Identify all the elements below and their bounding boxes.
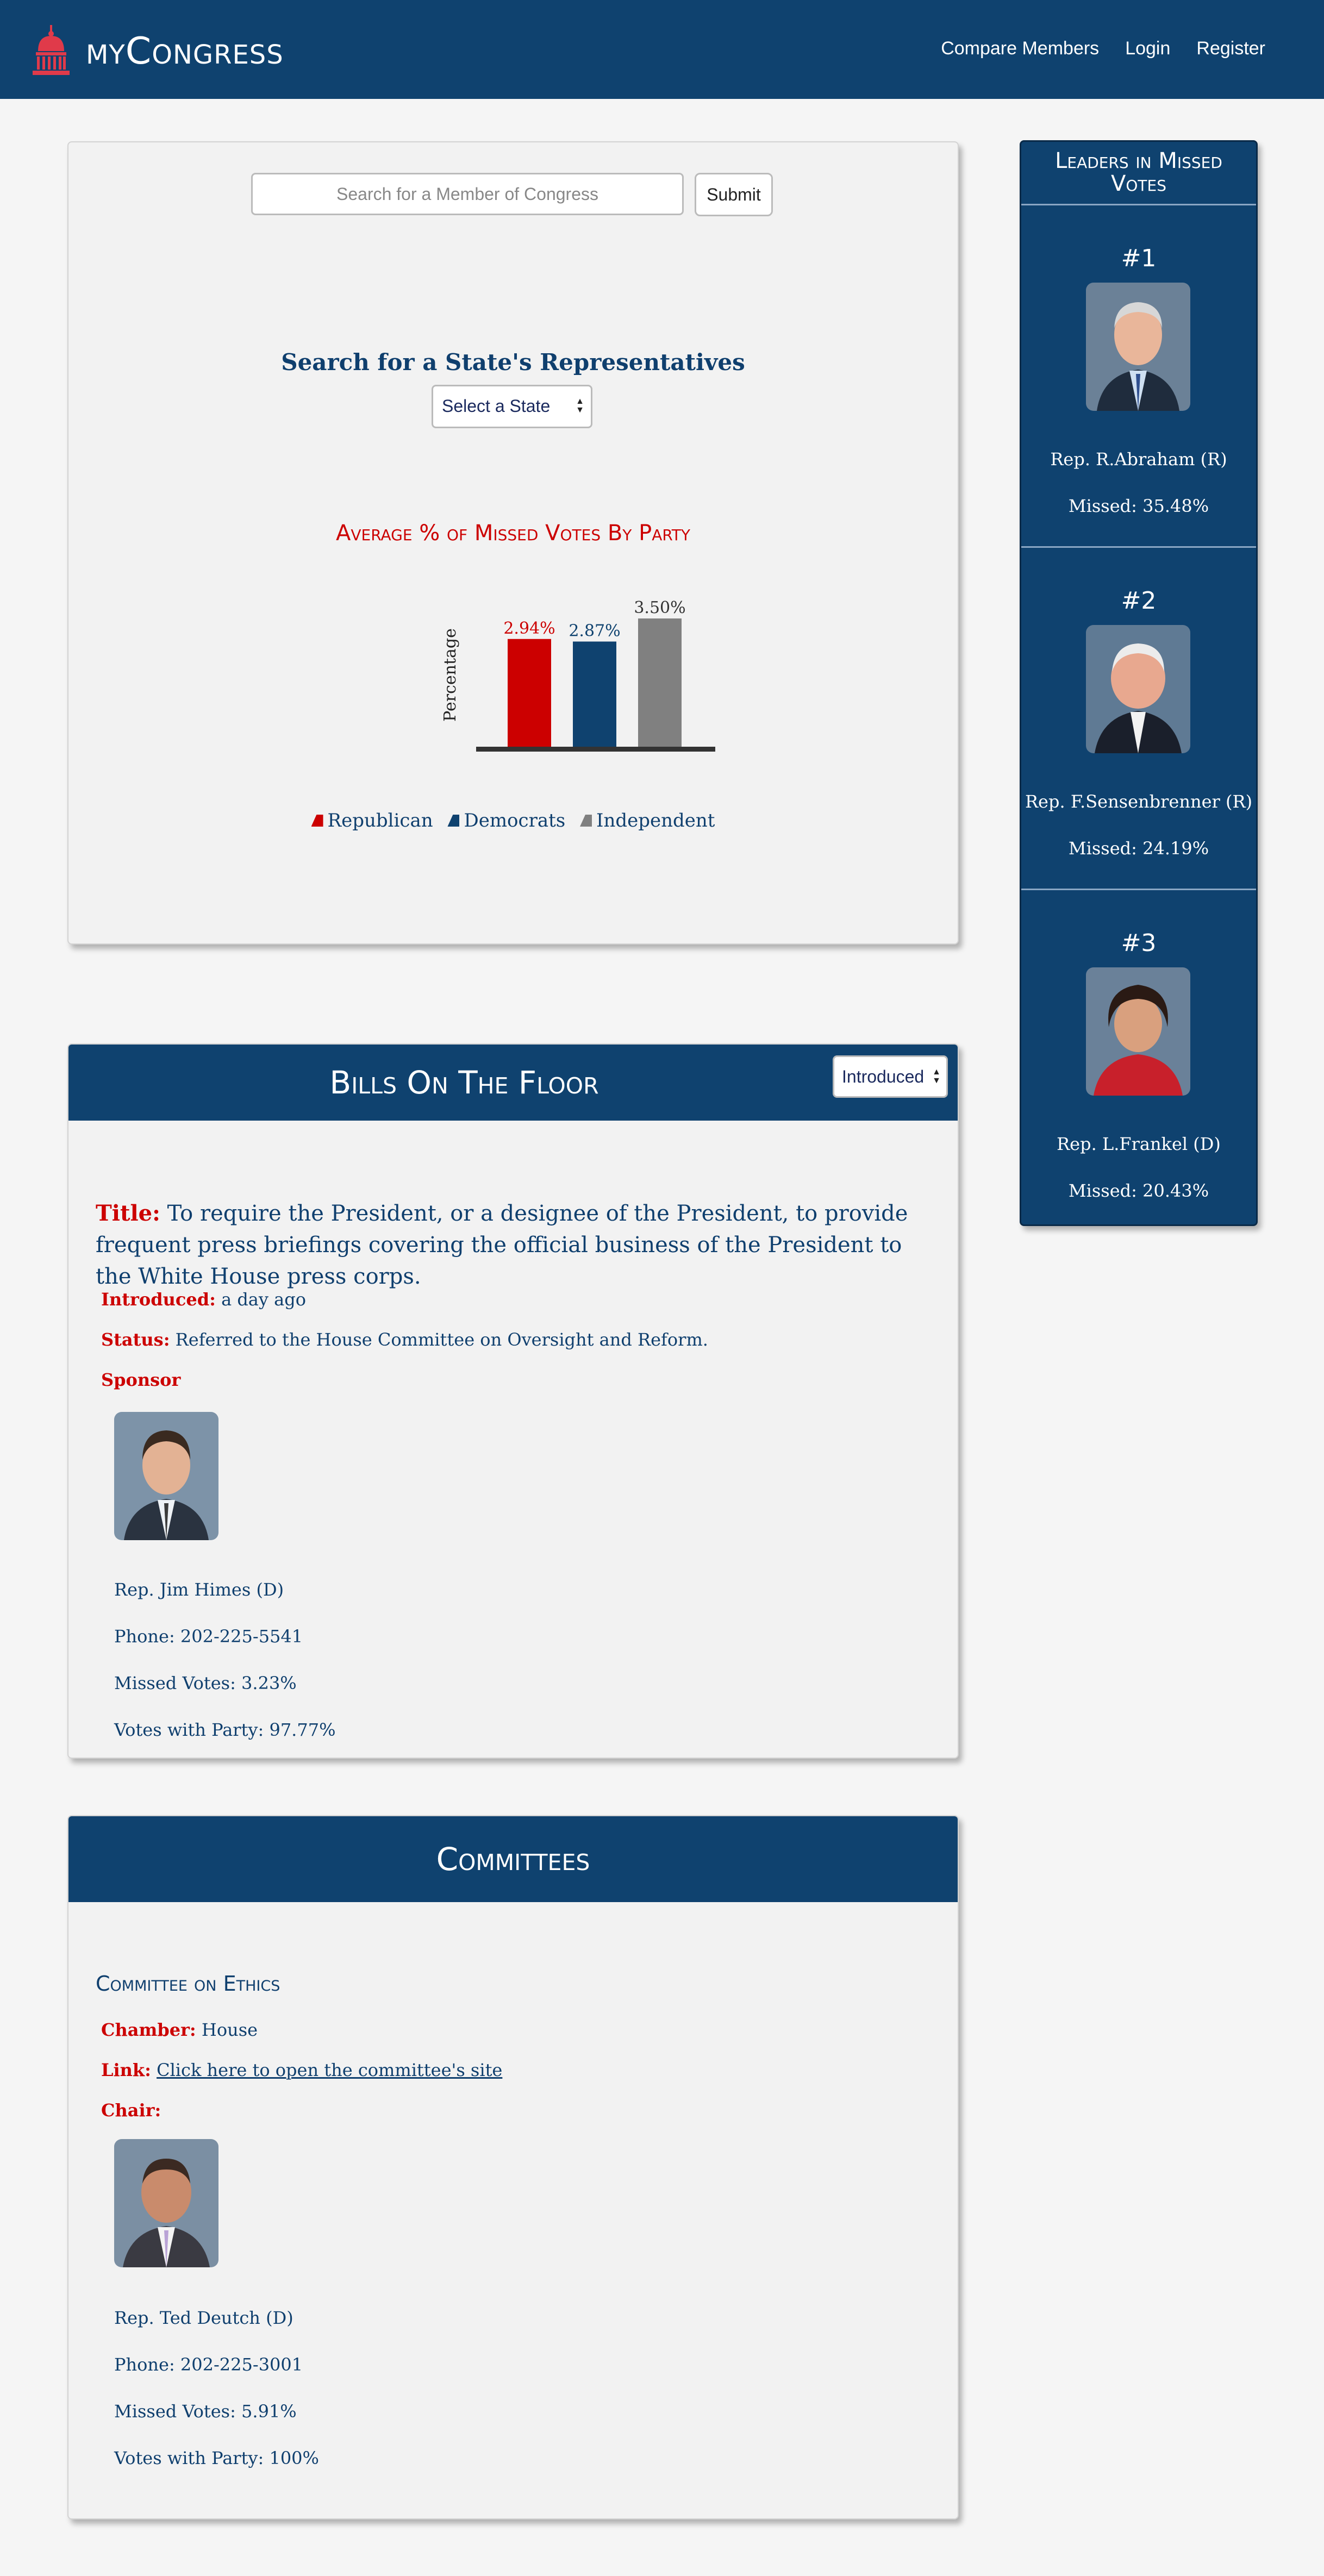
chart-legend: Republican Democrats Independent [68,810,958,831]
committee-link-row: Link: Click here to open the committee's… [101,2060,502,2080]
chart-baseline [476,747,715,752]
leader-photo [1086,283,1190,411]
sponsor-name[interactable]: Rep. Jim Himes (D) [114,1579,284,1600]
committee-chamber: Chamber: House [101,2019,258,2040]
leader-card[interactable]: #1 Rep. R.Abraham (R) Missed: 35.48% [1021,205,1256,548]
bill-introduced: Introduced: a day ago [101,1289,306,1310]
capitol-dome-icon [33,25,70,75]
leader-missed: Missed: 24.19% [1068,838,1209,859]
submit-button[interactable]: Submit [695,173,773,216]
select-arrows-icon: ▲ ▼ [576,397,584,415]
chart-ylabel: Percentage [441,628,460,722]
chair-label: Chair: [101,2100,161,2121]
leader-photo [1086,967,1190,1096]
state-search-title: Search for a State's Representatives [281,349,745,376]
bill-title-label: Title: [96,1201,160,1226]
chart-title: Average % of Missed Votes By Party [335,521,690,546]
leader-rank: #3 [1121,929,1157,957]
chair-votes-with-party: Votes with Party: 100% [114,2448,319,2468]
chamber-value: House [201,2019,258,2040]
select-arrows-icon: ▲ ▼ [932,1067,941,1085]
legend-label: Republican [327,810,433,831]
brand[interactable]: myCongress [30,18,284,84]
chamber-label: Chamber: [101,2019,196,2040]
legend-item-republican: Republican [311,810,433,831]
state-select[interactable]: Select a State ▲ ▼ [432,385,592,428]
nav-register[interactable]: Register [1196,38,1265,59]
search-panel: Search for a Member of Congress Submit S… [67,141,959,945]
legend-label: Independent [596,810,715,831]
legend-label: Democrats [464,810,566,831]
missed-votes-chart: Percentage 2.94% 2.87% 3.50% [441,599,715,752]
legend-swatch-icon [311,815,323,827]
leader-rank: #2 [1121,587,1157,615]
leaders-title: Leaders in Missed Votes [1021,142,1256,205]
legend-item-democrats: Democrats [447,810,565,831]
sponsor-photo[interactable] [114,1412,218,1540]
brand-name: myCongress [86,29,284,73]
leader-card[interactable]: #3 Rep. L.Frankel (D) Missed: 20.43% [1021,890,1256,1224]
legend-item-independent: Independent [580,810,715,831]
leader-missed: Missed: 35.48% [1068,496,1209,516]
sponsor-missed-votes: Missed Votes: 3.23% [114,1673,297,1693]
legend-swatch-icon [447,815,460,827]
leader-missed: Missed: 20.43% [1068,1180,1209,1201]
committees-panel: Committees Committee on Ethics Chamber: … [67,1815,959,2519]
bar-democrats [573,641,616,747]
sponsor-phone: Phone: 202-225-5541 [114,1626,303,1647]
bill-filter-select[interactable]: Introduced ▲ ▼ [833,1055,948,1098]
link-label: Link: [101,2060,151,2080]
leader-name: Rep. F.Sensenbrenner (R) [1025,791,1253,812]
state-select-value: Select a State [442,396,551,416]
introduced-label: Introduced: [101,1289,216,1310]
sponsor-heading: Sponsor [101,1370,180,1390]
legend-swatch-icon [580,815,592,827]
committee-site-link[interactable]: Click here to open the committee's site [157,2060,502,2080]
leader-name: Rep. R.Abraham (R) [1050,449,1227,470]
sponsor-label: Sponsor [101,1370,181,1390]
bar-label-republican: 2.94% [503,619,555,638]
bill-filter-value: Introduced [842,1067,925,1086]
chair-heading: Chair: [101,2100,161,2121]
status-label: Status: [101,1329,170,1350]
leader-photo [1086,625,1190,753]
bill-title: Title: To require the President, or a de… [96,1198,922,1292]
chair-phone: Phone: 202-225-3001 [114,2354,303,2375]
leaders-panel: Leaders in Missed Votes #1 Rep. R.Abraha… [1020,140,1258,1226]
chair-photo[interactable] [114,2139,218,2267]
sponsor-votes-with-party: Votes with Party: 97.77% [114,1720,336,1740]
leader-rank: #1 [1121,245,1157,272]
bill-status: Status: Referred to the House Committee … [101,1329,708,1350]
nav-login[interactable]: Login [1125,38,1170,59]
committee-name: Committee on Ethics [96,1972,280,1996]
chair-name[interactable]: Rep. Ted Deutch (D) [114,2308,293,2328]
leader-card[interactable]: #2 Rep. F.Sensenbrenner (R) Missed: 24.1… [1021,548,1256,890]
bill-title-text: To require the President, or a designee … [96,1201,908,1289]
nav-links: Compare Members Login Register [941,38,1265,59]
member-search-input[interactable]: Search for a Member of Congress [251,173,684,215]
committees-title: Committees [68,1816,958,1902]
bills-panel: Bills On The Floor Introduced ▲ ▼ Title: … [67,1043,959,1759]
status-value: Referred to the House Committee on Overs… [175,1329,708,1350]
leader-name: Rep. L.Frankel (D) [1057,1134,1221,1154]
navbar: myCongress Compare Members Login Registe… [0,0,1324,99]
search-row: Search for a Member of Congress Submit [251,173,773,216]
bar-republican [508,639,551,747]
bar-label-independent: 3.50% [634,599,685,617]
introduced-value: a day ago [221,1289,306,1310]
nav-compare-members[interactable]: Compare Members [941,38,1099,59]
bar-label-democrats: 2.87% [569,621,620,640]
bar-independent [638,618,682,747]
chair-missed-votes: Missed Votes: 5.91% [114,2401,297,2422]
bills-title: Bills On The Floor [68,1045,958,1121]
